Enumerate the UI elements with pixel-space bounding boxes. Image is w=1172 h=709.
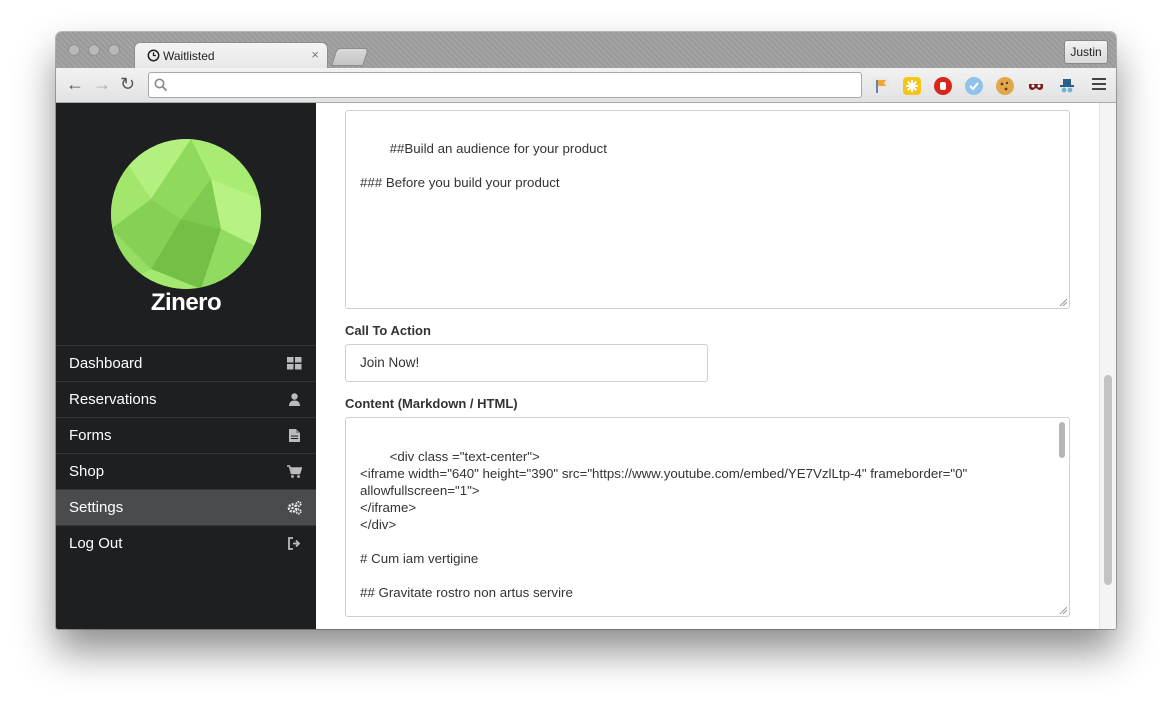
content-text: <div class ="text-center"> <iframe width… xyxy=(360,449,968,600)
sidebar-item-label: Reservations xyxy=(69,391,157,408)
tab-title: Waitlisted xyxy=(163,49,215,63)
page-scrollbar[interactable] xyxy=(1099,103,1116,629)
sidebar-item-label: Log Out xyxy=(69,535,123,552)
new-tab-button[interactable] xyxy=(331,48,369,66)
gears-icon xyxy=(287,500,302,515)
sidebar-item-log-out[interactable]: Log Out xyxy=(56,525,316,561)
forward-button[interactable]: → xyxy=(93,73,111,95)
content-scrollbar-thumb[interactable] xyxy=(1059,422,1065,458)
page-scrollbar-thumb[interactable] xyxy=(1104,375,1112,585)
sidebar-item-label: Dashboard xyxy=(69,355,143,372)
sidebar-item-label: Shop xyxy=(69,463,105,480)
close-window-button[interactable] xyxy=(68,44,80,56)
page-viewport: Zinero Dashboard Reservations Forms Shop… xyxy=(56,103,1116,629)
sidebar-item-settings[interactable]: Settings xyxy=(56,489,316,525)
sidebar-item-label: Forms xyxy=(69,427,112,444)
address-bar[interactable] xyxy=(148,72,862,98)
browser-toolbar: ← → ↻ xyxy=(56,68,1116,103)
cta-label: Call To Action xyxy=(345,323,431,338)
sidebar-item-forms[interactable]: Forms xyxy=(56,417,316,453)
sidebar-item-dashboard[interactable]: Dashboard xyxy=(56,345,316,381)
cta-input[interactable]: Join Now! xyxy=(345,344,708,382)
browser-tab[interactable]: Waitlisted × xyxy=(134,42,328,69)
user-icon xyxy=(289,393,300,406)
logout-icon xyxy=(288,537,301,550)
sidebar-item-reservations[interactable]: Reservations xyxy=(56,381,316,417)
grid-icon xyxy=(287,357,302,370)
minimize-window-button[interactable] xyxy=(88,44,100,56)
cart-icon xyxy=(287,465,302,478)
content-label: Content (Markdown / HTML) xyxy=(345,396,518,411)
star-icon[interactable] xyxy=(903,77,921,95)
brand-logo xyxy=(111,139,261,289)
tab-close-button[interactable]: × xyxy=(311,47,319,62)
content-textarea[interactable]: <div class ="text-center"> <iframe width… xyxy=(345,417,1070,617)
description-textarea[interactable]: ##Build an audience for your product ###… xyxy=(345,110,1070,309)
resize-handle-icon[interactable] xyxy=(1059,298,1067,306)
title-bar: Waitlisted × Justin xyxy=(56,32,1116,69)
clock-icon xyxy=(147,49,160,62)
browser-window: Waitlisted × Justin ← → ↻ Zinero Dashboa… xyxy=(56,32,1116,629)
mask-icon[interactable] xyxy=(1027,77,1045,95)
resize-handle-icon[interactable] xyxy=(1059,606,1067,614)
search-icon xyxy=(154,78,168,92)
description-text: ##Build an audience for your product ###… xyxy=(360,141,607,190)
menu-icon[interactable] xyxy=(1092,78,1106,93)
sidebar: Zinero Dashboard Reservations Forms Shop… xyxy=(56,103,316,629)
stop-hand-icon[interactable] xyxy=(934,77,952,95)
reload-button[interactable]: ↻ xyxy=(120,73,135,95)
sidebar-nav: Dashboard Reservations Forms Shop Settin… xyxy=(56,345,316,561)
content-scrollbar[interactable] xyxy=(1058,422,1066,598)
checkmark-icon[interactable] xyxy=(965,77,983,95)
address-input[interactable] xyxy=(175,75,849,97)
spy-icon[interactable] xyxy=(1058,77,1076,95)
zoom-window-button[interactable] xyxy=(108,44,120,56)
brand-name: Zinero xyxy=(150,289,222,316)
flag-icon[interactable] xyxy=(872,77,890,95)
sidebar-item-shop[interactable]: Shop xyxy=(56,453,316,489)
settings-form: ##Build an audience for your product ###… xyxy=(316,103,1116,629)
sidebar-item-label: Settings xyxy=(69,499,124,516)
cookie-icon[interactable] xyxy=(996,77,1014,95)
profile-button[interactable]: Justin xyxy=(1064,40,1108,64)
back-button[interactable]: ← xyxy=(66,73,84,95)
document-icon xyxy=(289,429,300,442)
